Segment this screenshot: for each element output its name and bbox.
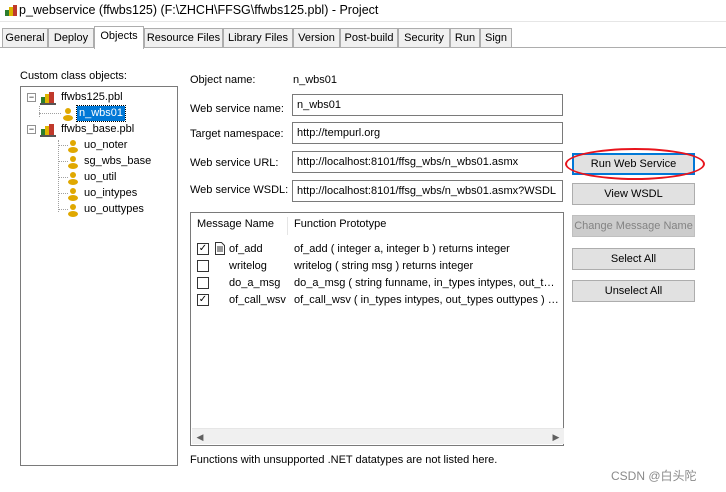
tree-object[interactable]: uo_outtypes [66,202,171,218]
select-all-button[interactable]: Select All [572,248,695,270]
tab-version[interactable]: Version [293,28,340,48]
tab-library-files[interactable]: Library Files [223,28,293,48]
message-list[interactable]: Message Name Function Prototype ✓ of_add… [190,212,564,446]
tree-library-label: ffwbs_base.pbl [61,123,135,135]
tab-resource-files[interactable]: Resource Files [144,28,223,48]
function-prototype: do_a_msg ( string funname, in_types inty… [294,277,559,289]
tree-library[interactable]: − ffwbs_base.pbl [27,122,167,138]
user-object-icon [63,108,73,121]
message-name: writelog [229,260,267,272]
object-name-value: n_wbs01 [293,74,338,86]
tab-sign[interactable]: Sign [480,28,512,48]
tree-object-label: uo_noter [84,139,128,151]
tree-object-label: uo_util [84,171,117,183]
unsupported-datatypes-note: Functions with unsupported .NET datatype… [190,454,498,466]
function-prototype: writelog ( string msg ) returns integer [294,260,474,272]
tab-deploy[interactable]: Deploy [48,28,94,48]
user-object-icon [68,172,78,185]
target-namespace-field[interactable]: http://tempurl.org [292,122,563,144]
user-object-icon [68,204,78,217]
title-bar: p_webservice (ffwbs125) (F:\ZHCH\FFSG\ff… [0,0,726,22]
tree-library-label: ffwbs125.pbl [61,91,123,103]
tree-object[interactable]: uo_intypes [66,186,166,202]
user-object-icon [68,188,78,201]
tab-general[interactable]: General [2,28,48,48]
collapse-icon[interactable]: − [27,125,36,134]
change-message-name-button[interactable]: Change Message Name [572,215,695,237]
target-namespace-label: Target namespace: [190,128,284,140]
library-icon [40,124,56,137]
user-object-icon [68,140,78,153]
message-row[interactable]: ✓ of_call_wsv of_call_wsv ( in_types int… [191,292,563,308]
message-name: of_add [229,243,263,255]
view-wsdl-button[interactable]: View WSDL [572,183,695,205]
tab-post-build[interactable]: Post-build [340,28,398,48]
collapse-icon[interactable]: − [27,93,36,102]
document-icon [215,242,225,255]
object-name-label: Object name: [190,74,256,86]
function-prototype: of_call_wsv ( in_types intypes, out_type… [294,294,559,306]
message-checkbox[interactable] [197,277,209,289]
tree-object-label: n_wbs01 [75,105,127,122]
function-prototype: of_add ( integer a, integer b ) returns … [294,243,510,255]
tree-object[interactable]: uo_noter [66,138,166,154]
tree-object[interactable]: n_wbs01 [61,105,131,122]
tree-object[interactable]: uo_util [66,170,166,186]
web-service-name-label: Web service name: [190,103,284,115]
run-web-service-button[interactable]: Run Web Service [572,153,695,175]
unselect-all-button[interactable]: Unselect All [572,280,695,302]
window-title: p_webservice (ffwbs125) (F:\ZHCH\FFSG\ff… [19,3,379,17]
object-tree[interactable]: − ffwbs125.pbl n_wbs01 − ffwbs_base.pbl … [20,86,178,466]
message-name: of_call_wsv [229,294,286,306]
horizontal-scrollbar[interactable]: ◀ ▶ [192,428,564,444]
tab-run[interactable]: Run [450,28,480,48]
watermark: CSDN @白头陀 [611,469,697,483]
message-checkbox[interactable]: ✓ [197,294,209,306]
tree-object-label: uo_intypes [84,187,138,199]
tree-object[interactable]: sg_wbs_base [66,154,176,170]
message-row[interactable]: ✓ of_add of_add ( integer a, integer b )… [191,241,563,257]
column-header-message-name[interactable]: Message Name [191,213,287,235]
tab-security[interactable]: Security [398,28,450,48]
tab-objects[interactable]: Objects [94,26,144,49]
message-name: do_a_msg [229,277,281,289]
tab-strip: General Deploy Objects Resource Files Li… [0,26,726,49]
custom-class-objects-label: Custom class objects: [20,70,127,82]
tree-object-label: sg_wbs_base [84,155,152,167]
library-icon [40,92,56,105]
web-service-url-label: Web service URL: [190,157,279,169]
message-row[interactable]: writelog writelog ( string msg ) returns… [191,258,563,274]
project-icon [5,5,17,16]
user-object-icon [68,156,78,169]
message-row[interactable]: do_a_msg do_a_msg ( string funname, in_t… [191,275,563,291]
tree-library[interactable]: − ffwbs125.pbl [27,90,147,106]
message-checkbox[interactable]: ✓ [197,243,209,255]
tree-object-label: uo_outtypes [84,203,144,215]
web-service-url-field[interactable]: http://localhost:8101/ffsg_wbs/n_wbs01.a… [292,151,563,173]
column-header-function-prototype[interactable]: Function Prototype [288,213,564,235]
message-checkbox[interactable] [197,260,209,272]
web-service-wsdl-label: Web service WSDL: [190,184,289,196]
web-service-wsdl-field[interactable]: http://localhost:8101/ffsg_wbs/n_wbs01.a… [292,180,563,202]
scroll-left-icon[interactable]: ◀ [192,429,208,445]
scroll-right-icon[interactable]: ▶ [548,429,564,445]
web-service-name-field[interactable]: n_wbs01 [292,94,563,116]
